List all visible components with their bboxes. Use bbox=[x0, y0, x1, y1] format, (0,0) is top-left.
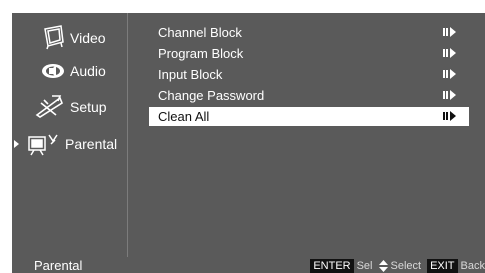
exit-key-badge: EXIT bbox=[427, 258, 458, 273]
osd-menu: Video Audio Setup Parental Channel Block… bbox=[12, 13, 485, 273]
selected-arrow-icon bbox=[14, 140, 19, 148]
enter-hint: Sel bbox=[356, 259, 373, 272]
sidebar-item-audio[interactable]: Audio bbox=[12, 56, 128, 86]
sidebar-item-label: Setup bbox=[70, 99, 107, 115]
select-hint: Select bbox=[390, 259, 422, 272]
up-down-arrows-icon bbox=[378, 259, 388, 272]
sidebar-item-label: Audio bbox=[70, 63, 106, 79]
back-hint: Back bbox=[460, 259, 485, 272]
enter-key-badge: ENTER bbox=[310, 258, 354, 273]
sidebar-item-parental[interactable]: Parental bbox=[12, 129, 128, 159]
menu-item-input-block[interactable]: Input Block bbox=[149, 65, 469, 84]
menu-item-clean-all[interactable]: Clean All bbox=[149, 107, 469, 126]
enter-arrow-icon bbox=[443, 111, 456, 121]
sidebar-item-video[interactable]: Video bbox=[12, 23, 128, 53]
sidebar-item-label: Parental bbox=[65, 136, 118, 152]
enter-arrow-icon bbox=[443, 27, 456, 37]
key-hints: ENTER Sel Select EXIT Back bbox=[310, 258, 485, 273]
sidebar-item-label: Video bbox=[70, 30, 106, 46]
sidebar: Video Audio Setup Parental bbox=[12, 13, 128, 257]
parental-icon bbox=[28, 134, 58, 156]
sidebar-item-setup[interactable]: Setup bbox=[12, 92, 128, 122]
tv-icon bbox=[44, 25, 64, 50]
menu-item-label: Channel Block bbox=[158, 25, 242, 40]
speaker-icon bbox=[42, 64, 64, 78]
enter-arrow-icon bbox=[443, 69, 456, 79]
menu-item-label: Program Block bbox=[158, 46, 244, 61]
menu-item-label: Input Block bbox=[158, 67, 223, 82]
status-bar: Parental ENTER Sel Select EXIT Back bbox=[12, 257, 485, 273]
enter-arrow-icon bbox=[443, 90, 456, 100]
menu-item-channel-block[interactable]: Channel Block bbox=[149, 23, 469, 42]
tools-icon bbox=[35, 95, 63, 118]
enter-arrow-icon bbox=[443, 48, 456, 58]
menu-item-label: Change Password bbox=[158, 88, 265, 103]
menu-item-change-password[interactable]: Change Password bbox=[149, 86, 469, 105]
menu-item-program-block[interactable]: Program Block bbox=[149, 44, 469, 63]
status-title: Parental bbox=[34, 258, 83, 273]
menu-item-label: Clean All bbox=[158, 109, 210, 124]
